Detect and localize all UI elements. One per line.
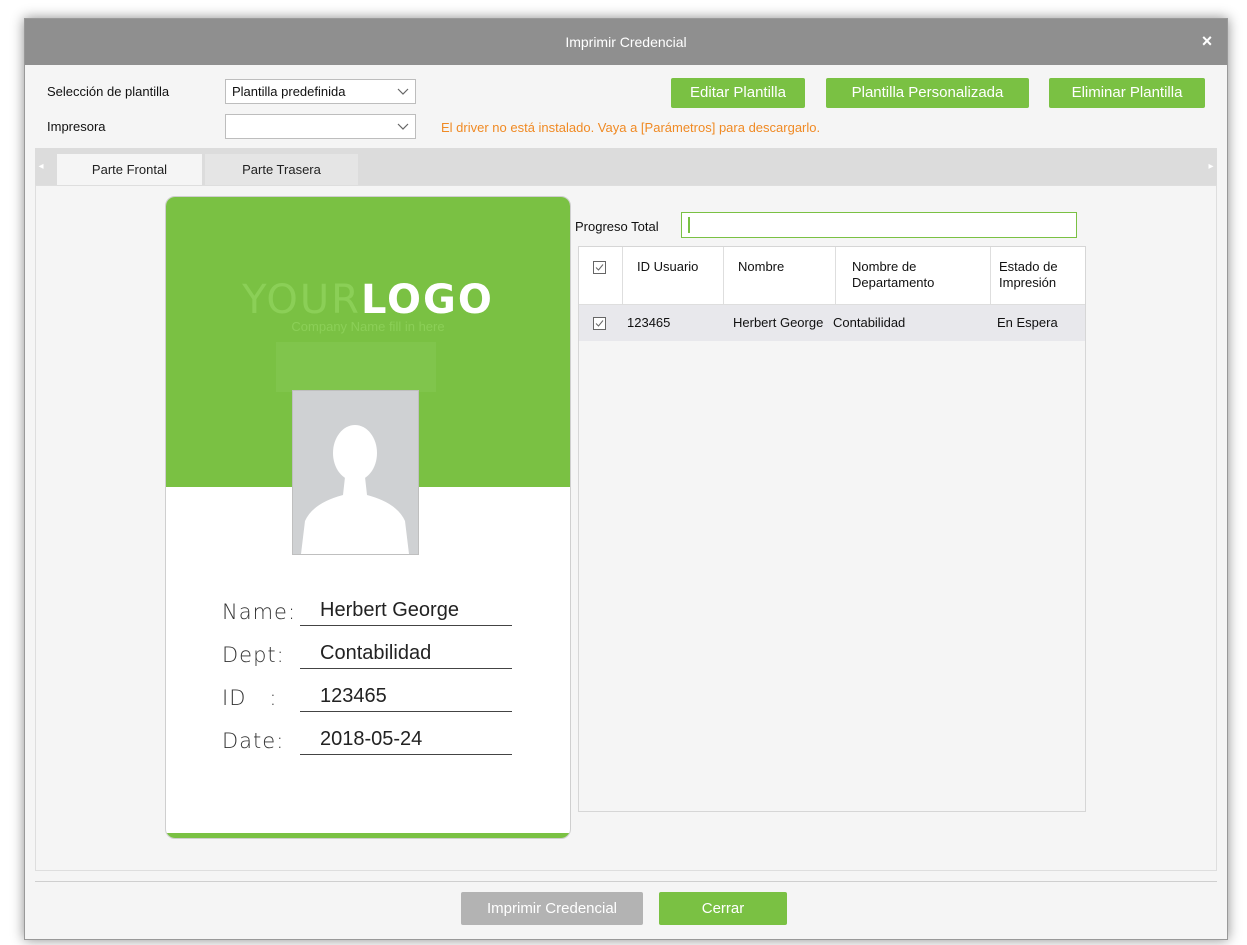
badge-logo: YOURLOGO xyxy=(166,277,570,323)
header-select-all xyxy=(579,247,623,304)
logo-part-logo: LOGO xyxy=(360,277,494,323)
badge-field-id: ID : 123465 xyxy=(222,680,512,714)
badge-footer-band xyxy=(166,833,570,838)
header-user-id[interactable]: ID Usuario xyxy=(623,247,724,304)
tab-front[interactable]: Parte Frontal xyxy=(57,154,202,185)
checkmark-icon xyxy=(595,264,604,271)
badge-field-dept: Dept: Contabilidad xyxy=(222,637,512,671)
field-underline xyxy=(300,625,512,626)
edit-template-button[interactable]: Editar Plantilla xyxy=(671,78,805,108)
avatar xyxy=(292,390,419,555)
badge-field-dept-value: Contabilidad xyxy=(320,642,432,664)
badge-field-dept-label: Dept: xyxy=(222,643,285,667)
badge-field-id-label: ID : xyxy=(222,686,278,710)
badge-field-name-label: Name: xyxy=(222,600,297,624)
delete-template-button[interactable]: Eliminar Plantilla xyxy=(1049,78,1205,108)
printer-select[interactable] xyxy=(225,114,416,139)
badge-company-name: Company Name fill in here xyxy=(291,319,445,334)
cell-name: Herbert George xyxy=(733,315,824,330)
dialog-title: Imprimir Credencial xyxy=(565,34,687,50)
person-silhouette-icon xyxy=(301,425,409,554)
printer-label: Impresora xyxy=(47,119,106,134)
progress-label: Progreso Total xyxy=(575,219,659,234)
field-underline xyxy=(300,711,512,712)
close-button[interactable]: Cerrar xyxy=(659,892,787,925)
cell-print-status: En Espera xyxy=(997,315,1058,330)
row-checkbox[interactable] xyxy=(593,317,606,330)
table-header: ID Usuario Nombre Nombre de Departamento… xyxy=(579,247,1085,305)
header-department[interactable]: Nombre de Departamento xyxy=(836,247,991,304)
footer-divider xyxy=(35,881,1217,882)
driver-warning-text: El driver no está instalado. Vaya a [Par… xyxy=(441,120,821,135)
cell-department: Contabilidad xyxy=(833,315,906,330)
tab-scroll-left-icon[interactable]: ◂ xyxy=(35,148,47,185)
field-underline xyxy=(300,668,512,669)
print-badge-button[interactable]: Imprimir Credencial xyxy=(461,892,643,925)
chevron-down-icon xyxy=(397,88,409,95)
badge-field-name-value: Herbert George xyxy=(320,599,459,621)
close-icon[interactable]: × xyxy=(1197,31,1217,51)
select-all-checkbox[interactable] xyxy=(593,261,606,274)
header-name[interactable]: Nombre xyxy=(724,247,836,304)
tab-back[interactable]: Parte Trasera xyxy=(205,154,358,185)
template-select[interactable]: Plantilla predefinida xyxy=(225,79,416,104)
dialog-titlebar: Imprimir Credencial × xyxy=(25,19,1227,65)
logo-backdrop xyxy=(276,342,436,392)
cell-user-id: 123465 xyxy=(627,315,671,330)
print-badge-dialog: Imprimir Credencial × Selección de plant… xyxy=(24,18,1228,940)
progress-bar xyxy=(681,212,1077,238)
tab-scroll-right-icon[interactable]: ▸ xyxy=(1205,148,1217,185)
header-print-status[interactable]: Estado de Impresión xyxy=(991,247,1085,304)
progress-fill xyxy=(688,217,690,233)
users-table: ID Usuario Nombre Nombre de Departamento… xyxy=(578,246,1086,812)
table-row[interactable]: 123465 Herbert George Contabilidad En Es… xyxy=(579,305,1085,341)
field-underline xyxy=(300,754,512,755)
badge-field-date: Date: 2018-05-24 xyxy=(222,723,512,757)
template-label: Selección de plantilla xyxy=(47,84,170,99)
row-select-cell xyxy=(579,305,627,341)
checkmark-icon xyxy=(595,320,604,327)
badge-preview: YOURLOGO Company Name fill in here Name:… xyxy=(165,196,571,839)
template-select-value: Plantilla predefinida xyxy=(232,84,346,99)
chevron-down-icon xyxy=(397,123,409,130)
badge-field-name: Name: Herbert George xyxy=(222,594,512,628)
badge-field-date-value: 2018-05-24 xyxy=(320,728,423,750)
logo-part-your: YOUR xyxy=(242,277,361,323)
tab-bar: ◂ Parte Frontal Parte Trasera ▸ xyxy=(35,148,1217,185)
custom-template-button[interactable]: Plantilla Personalizada xyxy=(826,78,1029,108)
badge-field-id-value: 123465 xyxy=(320,685,387,707)
badge-field-date-label: Date: xyxy=(222,729,285,753)
